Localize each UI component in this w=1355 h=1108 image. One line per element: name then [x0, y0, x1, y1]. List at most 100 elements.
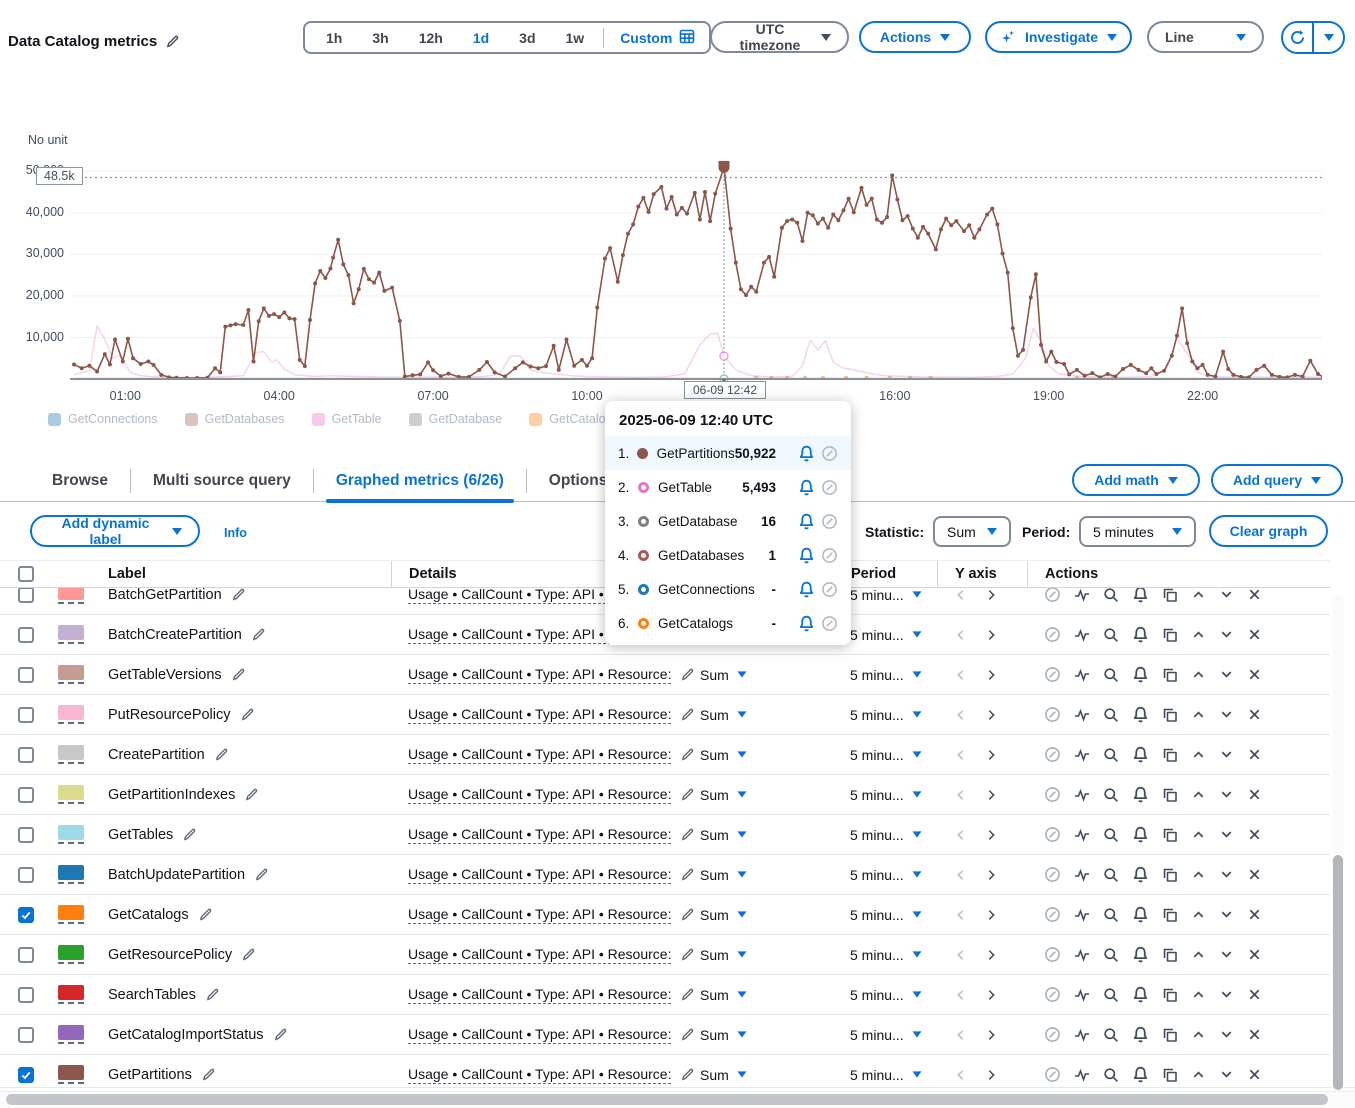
- row-statistic-select[interactable]: Sum: [700, 827, 850, 843]
- metric-details[interactable]: Usage • CallCount • Type: API • Resource…: [408, 826, 671, 844]
- anomaly-detection-icon[interactable]: [1074, 867, 1090, 883]
- remove-icon[interactable]: [1247, 827, 1262, 842]
- y-axis-right-icon[interactable]: [984, 588, 998, 602]
- zoom-search-icon[interactable]: [1103, 747, 1119, 763]
- y-axis-right-icon[interactable]: [984, 908, 998, 922]
- anomaly-detection-icon[interactable]: [1074, 587, 1090, 603]
- y-axis-left-icon[interactable]: [954, 588, 968, 602]
- y-axis-left-icon[interactable]: [954, 1068, 968, 1082]
- row-checkbox[interactable]: [18, 1027, 34, 1043]
- duplicate-icon[interactable]: [1162, 947, 1178, 963]
- create-alarm-bell-icon[interactable]: [1132, 587, 1149, 603]
- edit-label-pencil-icon[interactable]: [273, 1027, 288, 1042]
- zoom-search-icon[interactable]: [1103, 1027, 1119, 1043]
- row-statistic-select[interactable]: Sum: [700, 947, 850, 963]
- edit-details-pencil-icon[interactable]: [680, 1027, 695, 1042]
- move-down-icon[interactable]: [1219, 947, 1234, 962]
- zoom-search-icon[interactable]: [1103, 947, 1119, 963]
- move-down-icon[interactable]: [1219, 627, 1234, 642]
- move-up-icon[interactable]: [1191, 627, 1206, 642]
- row-period-select[interactable]: 5 minu...: [850, 787, 954, 803]
- actions-dropdown[interactable]: Actions: [859, 21, 971, 53]
- edit-label-pencil-icon[interactable]: [205, 987, 220, 1002]
- y-axis-left-icon[interactable]: [954, 788, 968, 802]
- move-up-icon[interactable]: [1191, 987, 1206, 1002]
- series-color-swatch[interactable]: [58, 945, 108, 964]
- row-checkbox[interactable]: [18, 787, 34, 803]
- row-checkbox[interactable]: [18, 1067, 34, 1083]
- row-statistic-select[interactable]: Sum: [700, 907, 850, 923]
- row-period-select[interactable]: 5 minu...: [850, 947, 954, 963]
- row-period-select[interactable]: 5 minu...: [850, 747, 954, 763]
- duplicate-icon[interactable]: [1162, 1067, 1178, 1083]
- legend-item-GetConnections[interactable]: GetConnections: [48, 412, 158, 426]
- move-up-icon[interactable]: [1191, 827, 1206, 842]
- y-axis-right-icon[interactable]: [984, 868, 998, 882]
- add-dynamic-label-button[interactable]: Add dynamic label: [30, 515, 200, 547]
- series-color-swatch[interactable]: [58, 1065, 108, 1084]
- row-checkbox[interactable]: [18, 947, 34, 963]
- row-period-select[interactable]: 5 minu...: [850, 827, 954, 843]
- edit-label-pencil-icon[interactable]: [241, 947, 256, 962]
- edit-details-pencil-icon[interactable]: [680, 827, 695, 842]
- y-axis-left-icon[interactable]: [954, 828, 968, 842]
- edit-details-pencil-icon[interactable]: [680, 1067, 695, 1082]
- remove-icon[interactable]: [1247, 1027, 1262, 1042]
- remove-icon[interactable]: [1247, 947, 1262, 962]
- tab-multi-source-query[interactable]: Multi source query: [131, 460, 313, 502]
- duplicate-icon[interactable]: [1162, 587, 1178, 603]
- refresh-button[interactable]: [1283, 23, 1312, 52]
- move-down-icon[interactable]: [1219, 587, 1234, 602]
- edit-label-pencil-icon[interactable]: [251, 627, 266, 642]
- zoom-search-icon[interactable]: [1103, 587, 1119, 603]
- move-up-icon[interactable]: [1191, 1027, 1206, 1042]
- edit-label-pencil-icon[interactable]: [231, 587, 246, 602]
- y-axis-right-icon[interactable]: [984, 948, 998, 962]
- move-down-icon[interactable]: [1219, 1067, 1234, 1082]
- create-alarm-bell-icon[interactable]: [1132, 1026, 1149, 1043]
- edit-details-pencil-icon[interactable]: [680, 707, 695, 722]
- move-up-icon[interactable]: [1191, 867, 1206, 882]
- edit-label-pencil-icon[interactable]: [182, 827, 197, 842]
- series-color-swatch[interactable]: [58, 587, 108, 604]
- move-down-icon[interactable]: [1219, 867, 1234, 882]
- custom-range-button[interactable]: Custom: [608, 28, 703, 47]
- zoom-search-icon[interactable]: [1103, 987, 1119, 1003]
- investigate-compass-icon[interactable]: [821, 513, 838, 530]
- alarm-bell-icon[interactable]: [798, 547, 815, 564]
- anomaly-detection-icon[interactable]: [1074, 747, 1090, 763]
- tab-browse[interactable]: Browse: [30, 460, 130, 502]
- create-alarm-bell-icon[interactable]: [1132, 946, 1149, 963]
- tab-graphed-metrics-6-26-[interactable]: Graphed metrics (6/26): [314, 460, 526, 502]
- move-down-icon[interactable]: [1219, 1027, 1234, 1042]
- edit-details-pencil-icon[interactable]: [680, 787, 695, 802]
- metric-details[interactable]: Usage • CallCount • Type: API • Resource…: [408, 1066, 671, 1084]
- legend-item-GetTable[interactable]: GetTable: [312, 412, 382, 426]
- create-alarm-bell-icon[interactable]: [1132, 666, 1149, 683]
- metric-details[interactable]: Usage • CallCount • Type: API • Resource…: [408, 786, 671, 804]
- y-axis-right-icon[interactable]: [984, 788, 998, 802]
- investigate-compass-icon[interactable]: [1044, 666, 1061, 683]
- y-axis-left-icon[interactable]: [954, 908, 968, 922]
- alarm-bell-icon[interactable]: [798, 445, 815, 462]
- row-period-select[interactable]: 5 minu...: [850, 1027, 954, 1043]
- series-color-swatch[interactable]: [58, 865, 108, 884]
- series-color-swatch[interactable]: [58, 705, 108, 724]
- investigate-compass-icon[interactable]: [821, 479, 838, 496]
- row-checkbox[interactable]: [18, 867, 34, 883]
- anomaly-detection-icon[interactable]: [1074, 907, 1090, 923]
- duplicate-icon[interactable]: [1162, 747, 1178, 763]
- duplicate-icon[interactable]: [1162, 907, 1178, 923]
- row-statistic-select[interactable]: Sum: [700, 867, 850, 883]
- metric-details[interactable]: Usage • CallCount • Type: API • Resource…: [408, 906, 671, 924]
- edit-details-pencil-icon[interactable]: [680, 667, 695, 682]
- investigate-compass-icon[interactable]: [1044, 1026, 1061, 1043]
- clear-graph-button[interactable]: Clear graph: [1209, 515, 1328, 547]
- investigate-compass-icon[interactable]: [1044, 986, 1061, 1003]
- y-axis-left-icon[interactable]: [954, 708, 968, 722]
- remove-icon[interactable]: [1247, 987, 1262, 1002]
- time-range-1h[interactable]: 1h: [311, 30, 357, 46]
- edit-label-pencil-icon[interactable]: [240, 707, 255, 722]
- investigate-compass-icon[interactable]: [821, 445, 838, 462]
- row-checkbox[interactable]: [18, 987, 34, 1003]
